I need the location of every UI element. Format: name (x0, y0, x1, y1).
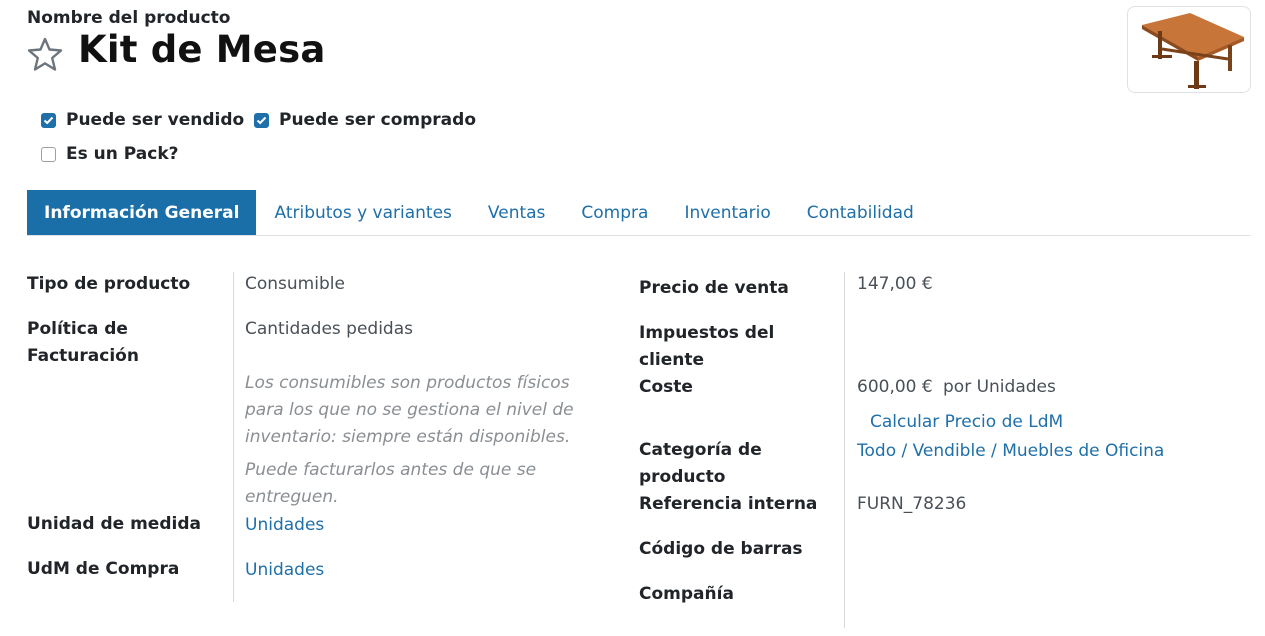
purchase-uom-link[interactable]: Unidades (245, 557, 324, 584)
is-pack-checkbox[interactable] (41, 146, 56, 162)
category-label-line1: Categoría de (639, 440, 762, 460)
product-type-select[interactable]: Consumible (245, 271, 345, 298)
consumable-help-line: Los consumibles son productos físicos (245, 373, 570, 393)
can-be-sold-row: Puede ser vendido (41, 110, 244, 130)
invoice-help-line: entreguen. (245, 487, 339, 507)
internal-reference-field[interactable]: FURN_78236 (857, 491, 966, 518)
tab-accounting[interactable]: Contabilidad (789, 190, 932, 235)
can-be-purchased-row: Puede ser comprado (254, 110, 476, 130)
purchase-uom-label: UdM de Compra (27, 559, 180, 579)
cost-unit: por Unidades (943, 377, 1056, 397)
cost-label: Coste (639, 377, 693, 397)
can-be-sold-label: Puede ser vendido (66, 110, 245, 130)
can-be-sold-checkbox[interactable] (41, 112, 56, 128)
is-pack-row: Es un Pack? (41, 144, 179, 164)
category-label-line2: producto (639, 467, 726, 487)
notebook-tabs: Información General Atributos y variante… (27, 190, 1251, 236)
compute-bom-price-link[interactable]: Calcular Precio de LdM (870, 409, 1063, 436)
invoice-policy-label-line2: Facturación (27, 346, 139, 366)
uom-label: Unidad de medida (27, 514, 201, 534)
barcode-label: Código de barras (639, 539, 803, 559)
tab-sales[interactable]: Ventas (470, 190, 563, 235)
tab-general-information[interactable]: Información General (27, 190, 257, 235)
product-title[interactable]: Kit de Mesa (78, 28, 326, 71)
product-name-label: Nombre del producto (27, 8, 231, 28)
cost-field[interactable]: 600,00 € (857, 374, 933, 401)
product-type-label: Tipo de producto (27, 274, 191, 294)
sale-price-label: Precio de venta (639, 278, 789, 298)
invoice-help-line: Puede facturarlos antes de que se (245, 460, 537, 480)
invoice-policy-label-line1: Política de (27, 319, 128, 339)
customer-taxes-label-line1: Impuestos del (639, 323, 775, 343)
tab-attributes-variants[interactable]: Atributos y variantes (256, 190, 469, 235)
star-outline-icon[interactable] (26, 36, 64, 72)
uom-link[interactable]: Unidades (245, 512, 324, 539)
is-pack-label: Es un Pack? (66, 144, 179, 164)
customer-taxes-label-line2: cliente (639, 350, 705, 370)
product-category-link[interactable]: Todo / Vendible / Muebles de Oficina (857, 438, 1164, 465)
consumable-help-line: inventario: siempre están disponibles. (245, 427, 571, 447)
invoice-policy-select[interactable]: Cantidades pedidas (245, 316, 413, 343)
can-be-purchased-label: Puede ser comprado (279, 110, 477, 130)
table-image-icon (1142, 13, 1244, 89)
sale-price-field[interactable]: 147,00 € (857, 271, 933, 298)
tab-inventory[interactable]: Inventario (666, 190, 788, 235)
right-group-divider (844, 272, 845, 628)
product-image[interactable] (1127, 6, 1251, 93)
left-group-divider (233, 272, 234, 602)
tab-purchase[interactable]: Compra (563, 190, 666, 235)
company-label: Compañía (639, 584, 734, 604)
can-be-purchased-checkbox[interactable] (254, 112, 269, 128)
consumable-help-line: para los que no se gestiona el nivel de (245, 400, 574, 420)
internal-reference-label: Referencia interna (639, 494, 818, 514)
